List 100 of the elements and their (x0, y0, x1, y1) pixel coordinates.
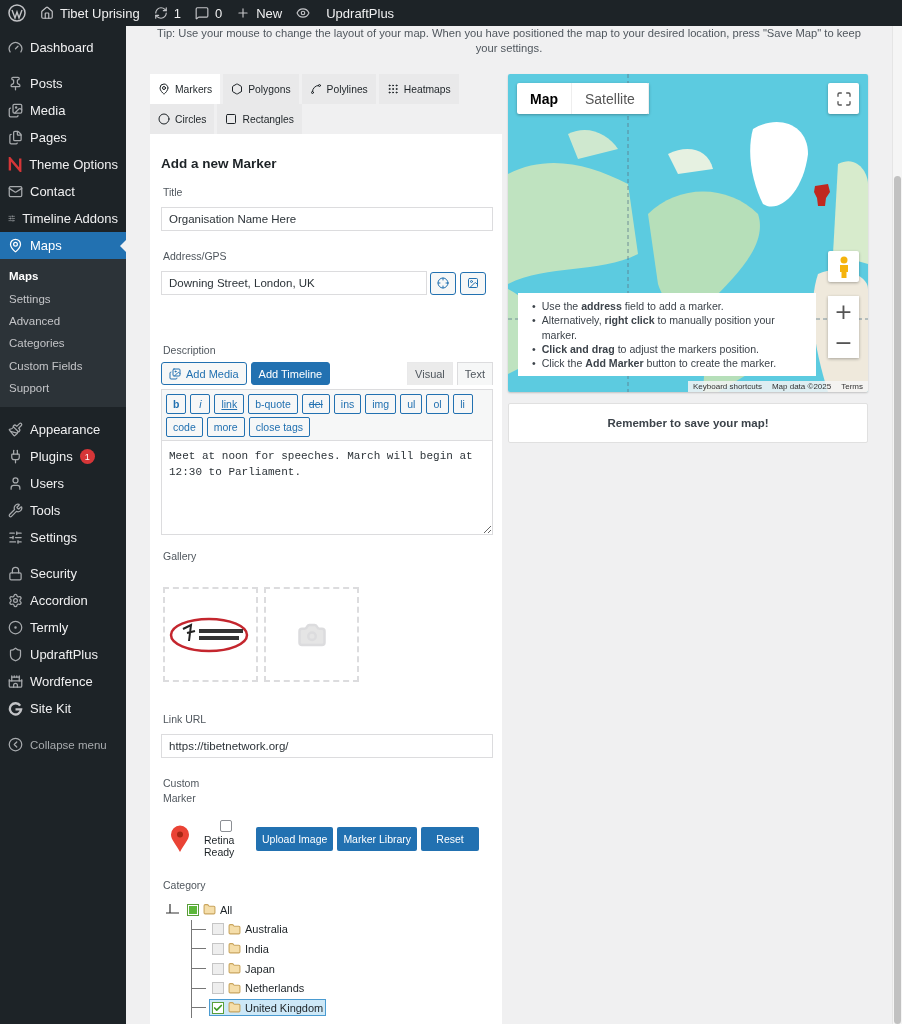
editor-tab[interactable]: Text (456, 362, 493, 385)
menu-item[interactable]: Termly (0, 614, 126, 642)
link-url-field[interactable]: https://tibetnetwork.org/ (161, 734, 493, 758)
tab[interactable]: Circles (150, 104, 215, 134)
menu-item[interactable]: Wordfence (0, 668, 126, 696)
quicktag-button[interactable]: more (206, 417, 245, 437)
menu-icon (8, 103, 23, 118)
menu-icon (8, 647, 23, 663)
bullet: • (532, 313, 536, 329)
quicktag-button[interactable]: b (166, 394, 187, 414)
menu-item[interactable]: Tools (0, 497, 126, 525)
tab[interactable]: Markers (150, 74, 221, 104)
collapse-menu-button[interactable]: Collapse menu (0, 731, 126, 759)
menu-item[interactable]: Site Kit (0, 695, 126, 723)
quicktag-button[interactable]: b-quote (248, 394, 298, 414)
menu-icon (8, 422, 23, 438)
attribution-link[interactable]: Keyboard shortcuts (688, 381, 767, 392)
menu-item[interactable]: UpdraftPlus (0, 641, 126, 669)
tree-item[interactable]: India (210, 941, 271, 957)
description-field[interactable]: Meet at noon for speeches. March will begin at 12:30 to Parliament. (161, 440, 493, 535)
menu-item[interactable]: Appearance (0, 416, 126, 444)
admin-bar-item[interactable]: New (236, 5, 283, 21)
tab[interactable]: Polylines (301, 74, 376, 104)
menu-item[interactable]: Security (0, 560, 126, 588)
quicktag-button[interactable]: del (301, 394, 330, 414)
menu-item[interactable]: Settings (0, 524, 126, 552)
menu-item[interactable]: Posts (0, 70, 126, 97)
tree-item[interactable]: Netherlands (210, 980, 307, 996)
tab[interactable]: Heatmaps (378, 74, 459, 104)
quicktag-button[interactable]: link (214, 394, 245, 414)
submenu-item[interactable]: Advanced (0, 309, 126, 333)
quicktag-button[interactable]: close tags (248, 417, 310, 437)
admin-bar-item[interactable]: UpdraftPlus (296, 5, 395, 21)
quicktag-button[interactable]: li (452, 394, 473, 414)
menu-item[interactable]: Users (0, 470, 126, 498)
fullscreen-button[interactable] (828, 83, 859, 114)
submenu-item[interactable]: Custom Fields (0, 354, 126, 377)
menu-item[interactable]: Plugins 1 (0, 443, 126, 471)
quicktag-button[interactable]: ul (400, 394, 423, 414)
g-logo-icon (8, 701, 23, 717)
menu-item[interactable]: Accordion (0, 587, 126, 615)
menu-icon (8, 40, 23, 55)
submenu-item[interactable]: Categories (0, 332, 126, 355)
save-reminder: Remember to save your map! (508, 403, 868, 443)
editor-tab[interactable]: Visual (407, 362, 453, 385)
map-type-button[interactable]: Map (517, 83, 572, 114)
add-media-button[interactable]: Add Media (161, 362, 247, 385)
menu-item[interactable]: Maps (0, 232, 126, 259)
image-button[interactable] (460, 271, 486, 295)
menu-item[interactable]: Theme Options (0, 151, 126, 178)
menu-item[interactable]: Pages (0, 124, 126, 151)
quicktag-button[interactable]: ins (333, 394, 362, 414)
tree-checkbox[interactable] (212, 1001, 224, 1014)
tree-item[interactable]: Australia (210, 921, 290, 937)
help-item: Click and drag to adjust the markers position. (541, 341, 759, 357)
menu-icon (8, 476, 23, 492)
fullscreen-icon (835, 90, 852, 107)
attribution-link[interactable]: Terms (836, 381, 868, 392)
street-view-button[interactable] (828, 251, 859, 282)
quicktag-button[interactable]: img (365, 394, 397, 414)
marker-button[interactable]: Reset (421, 827, 480, 851)
tree-checkbox[interactable] (212, 923, 224, 936)
menu-item[interactable]: Dashboard (0, 34, 126, 61)
attribution-link[interactable]: Map data ©2025 (766, 381, 837, 392)
quicktag-button[interactable]: ol (426, 394, 449, 414)
menu-item[interactable]: Timeline Addons (0, 205, 126, 232)
scrollbar[interactable] (892, 26, 902, 1024)
admin-bar-item[interactable]: 0 (194, 5, 223, 21)
menu-icon (8, 238, 23, 253)
address-field[interactable]: Downing Street, London, UK (161, 271, 427, 295)
admin-bar-item[interactable]: Tibet Uprising (40, 5, 140, 21)
menu-item[interactable]: Media (0, 97, 126, 124)
quicktag-button[interactable]: i (190, 394, 211, 414)
submenu-item[interactable]: Support (0, 376, 126, 400)
help-item: Alternatively, right click to manually position your marker. (541, 313, 776, 342)
zoom-out-button[interactable]: − (828, 327, 859, 358)
tree-item[interactable]: United Kingdom (210, 1000, 326, 1016)
tree-item[interactable]: Japan (210, 961, 277, 977)
map-type-button[interactable]: Satellite (572, 83, 649, 114)
marker-button[interactable]: Upload Image (256, 827, 334, 851)
quicktag-button[interactable]: code (166, 417, 203, 437)
tree-item[interactable]: All (185, 902, 235, 918)
tree-checkbox[interactable] (212, 943, 224, 955)
wordpress-logo-icon[interactable] (8, 4, 26, 22)
marker-button[interactable]: Marker Library (337, 827, 418, 851)
admin-bar-item[interactable]: 1 (153, 5, 181, 21)
retina-checkbox[interactable] (220, 820, 232, 832)
locate-button[interactable] (430, 271, 456, 295)
home-icon (40, 6, 54, 20)
tree-checkbox[interactable] (212, 982, 224, 995)
field-label: Address/GPS (163, 249, 228, 264)
title-field[interactable]: Organisation Name Here (161, 207, 493, 231)
submenu-item[interactable]: Settings (0, 287, 126, 310)
menu-item[interactable]: Contact (0, 178, 126, 205)
submenu-item[interactable]: Maps (0, 265, 126, 288)
zoom-in-button[interactable]: + (828, 296, 859, 327)
tree-checkbox[interactable] (212, 962, 224, 975)
tab[interactable]: Polygons (223, 74, 299, 104)
add-timeline-button[interactable]: Add Timeline (250, 362, 331, 385)
tab[interactable]: Rectangles (217, 104, 302, 134)
